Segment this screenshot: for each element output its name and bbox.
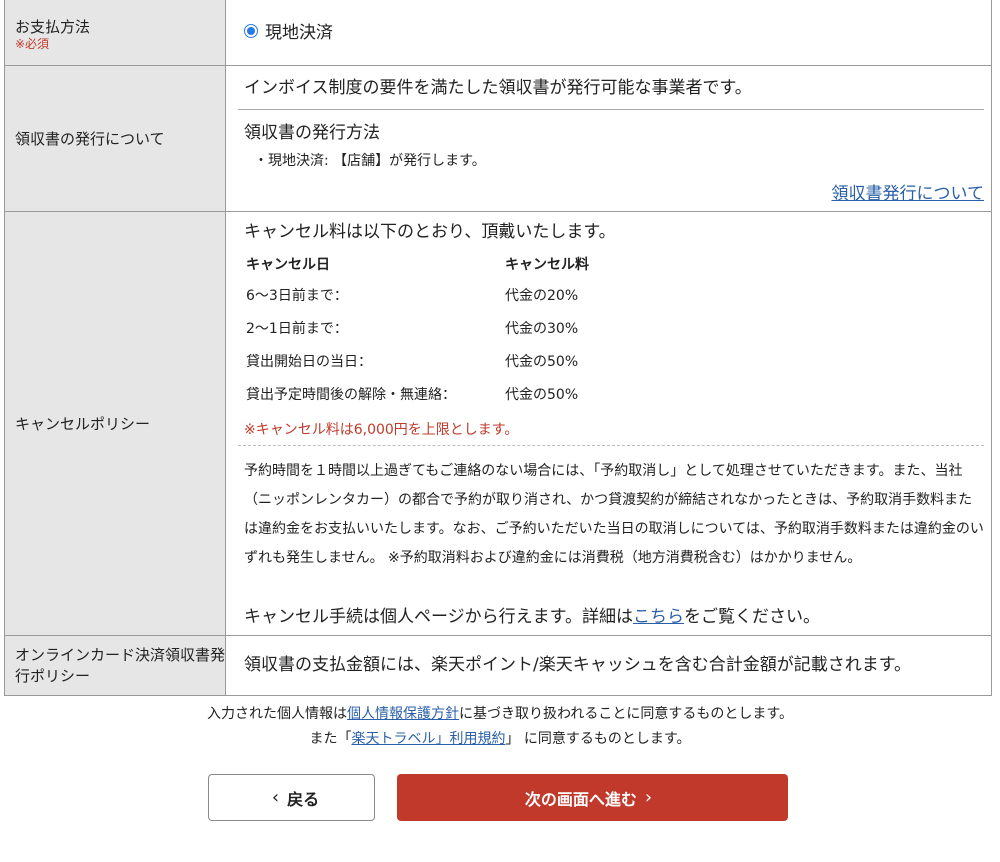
next-button[interactable]: 次の画面へ進む › <box>397 774 788 821</box>
back-button[interactable]: ‹ 戻る <box>208 774 375 821</box>
cancel-intro: キャンセル料は以下のとおり、頂戴いたします。 <box>244 222 616 242</box>
table-row: 貸出予定時間後の解除・無連絡： 代金の50% <box>246 377 589 410</box>
chevron-right-icon: › <box>644 787 653 808</box>
cancel-procedure-after: をご覧ください。 <box>683 607 820 627</box>
cancel-fee-cell: 代金の30% <box>505 320 579 337</box>
privacy-policy-link[interactable]: 個人情報保護方針 <box>347 706 459 722</box>
receipt-statement: インボイス制度の要件を満たした領収書が発行可能な事業者です。 <box>244 78 752 98</box>
payment-option-onsite[interactable]: 現地決済 <box>244 18 333 43</box>
cancel-fee-cell: 代金の50% <box>505 353 579 370</box>
online-receipt-policy-row: オンラインカード決済領収書発行ポリシー 領収書の支払金額には、楽天ポイント/楽天… <box>5 635 991 695</box>
receipt-cell: インボイス制度の要件を満たした領収書が発行可能な事業者です。 領収書の発行方法 … <box>226 66 991 211</box>
payment-row: お支払方法 ※必須 現地決済 <box>5 0 991 65</box>
consent-line2-after: 」 に同意するものとします。 <box>505 731 691 747</box>
cancel-date-cell: 6〜3日前まで： <box>246 287 348 304</box>
receipt-row: 領収書の発行について インボイス制度の要件を満たした領収書が発行可能な事業者です… <box>5 65 991 211</box>
terms-consent-text: また「楽天トラベル」利用規約」 に同意するものとします。 <box>0 727 1000 751</box>
cancel-fee-cell: 代金の50% <box>505 386 579 403</box>
table-row: 貸出開始日の当日： 代金の50% <box>246 344 589 377</box>
dashed-divider <box>238 445 984 446</box>
online-receipt-policy-text: 領収書の支払金額には、楽天ポイント/楽天キャッシュを含む合計金額が記載されます。 <box>244 655 912 675</box>
required-badge: ※必須 <box>15 37 50 51</box>
payment-label: お支払方法 <box>15 18 91 36</box>
back-button-label: 戻る <box>287 789 320 809</box>
terms-of-use-link[interactable]: 楽天トラベル」利用規約 <box>351 731 505 747</box>
chevron-left-icon: ‹ <box>271 787 280 808</box>
column-header-cancel-date: キャンセル日 <box>246 257 330 273</box>
consent-line2-before: また「 <box>309 731 352 747</box>
online-receipt-policy-header: オンラインカード決済領収書発行ポリシー <box>5 636 226 695</box>
radio-selected-icon[interactable] <box>244 23 258 38</box>
payment-option-label: 現地決済 <box>265 23 333 43</box>
cancel-procedure-link[interactable]: こちら <box>633 607 684 627</box>
payment-cell: 現地決済 <box>226 0 991 65</box>
privacy-consent-text: 入力された個人情報は個人情報保護方針に基づき取り扱われることに同意するものとしま… <box>0 702 1000 726</box>
table-row: 2〜1日前まで： 代金の30% <box>246 311 589 344</box>
receipt-method-item: ・現地決済: 【店舗】が発行します。 <box>254 153 486 169</box>
receipt-info-link[interactable]: 領収書発行について <box>832 179 985 204</box>
next-button-label: 次の画面へ進む <box>524 789 637 809</box>
cancel-procedure-text: キャンセル手続は個人ページから行えます。詳細はこちらをご覧ください。 <box>244 605 820 629</box>
payment-header: お支払方法 ※必須 <box>5 0 226 65</box>
cancel-policy-cell: キャンセル料は以下のとおり、頂戴いたします。 キャンセル日 キャンセル料 6〜3… <box>226 212 991 635</box>
cancel-fee-table: キャンセル日 キャンセル料 6〜3日前まで： 代金の20% 2〜1日前まで： 代… <box>246 254 589 410</box>
cancel-policy-paragraph: 予約時間を１時間以上過ぎてもご連絡のない場合には、「予約取消し」として処理させて… <box>244 463 984 566</box>
divider <box>238 109 984 110</box>
cancel-policy-label: キャンセルポリシー <box>15 415 151 433</box>
receipt-method-heading: 領収書の発行方法 <box>244 123 380 143</box>
cancel-procedure-before: キャンセル手続は個人ページから行えます。詳細は <box>244 607 633 627</box>
column-header-cancel-fee: キャンセル料 <box>505 257 589 273</box>
cancel-fee-cap-note: ※キャンセル料は6,000円を上限とします。 <box>244 422 519 438</box>
consent-line1-before: 入力された個人情報は <box>207 706 348 722</box>
cancel-policy-row: キャンセルポリシー キャンセル料は以下のとおり、頂戴いたします。 キャンセル日 … <box>5 211 991 635</box>
cancel-fee-cell: 代金の20% <box>505 287 579 304</box>
consent-line1-after: に基づき取り扱われることに同意するものとします。 <box>459 706 793 722</box>
table-header-row: キャンセル日 キャンセル料 <box>246 254 589 278</box>
receipt-label: 領収書の発行について <box>15 130 165 148</box>
cancel-date-cell: 貸出開始日の当日： <box>246 353 372 370</box>
cancel-date-cell: 2〜1日前まで： <box>246 320 348 337</box>
online-receipt-policy-label: オンラインカード決済領収書発行ポリシー <box>15 645 226 685</box>
cancel-policy-header: キャンセルポリシー <box>5 212 226 635</box>
receipt-header: 領収書の発行について <box>5 66 226 211</box>
cancel-date-cell: 貸出予定時間後の解除・無連絡： <box>246 386 456 403</box>
online-receipt-policy-cell: 領収書の支払金額には、楽天ポイント/楽天キャッシュを含む合計金額が記載されます。 <box>226 636 991 695</box>
reservation-form-table: お支払方法 ※必須 現地決済 領収書の発行について インボイス制度の要件を満たし… <box>4 0 992 696</box>
table-row: 6〜3日前まで： 代金の20% <box>246 278 589 311</box>
